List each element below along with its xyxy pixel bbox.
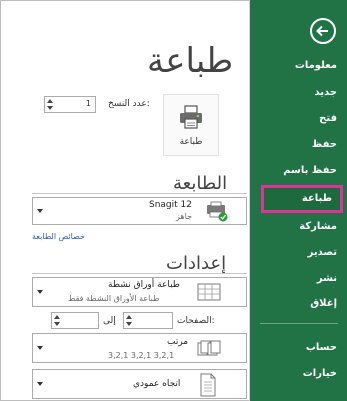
nav-item-options[interactable]: خيارات (303, 368, 337, 379)
nav-item-publish[interactable]: نشر (317, 273, 337, 284)
nav-separator (260, 323, 338, 324)
nav-item-close[interactable]: إغلاق (310, 298, 337, 309)
page-title: طباعة (147, 41, 234, 81)
settings-section-title: إعدادات (166, 253, 227, 274)
nav-item-save[interactable]: حفظ (312, 139, 337, 150)
portrait-page-icon (200, 373, 216, 397)
collation-main: مرتب (167, 337, 189, 347)
pages-to-spinner[interactable] (51, 312, 99, 329)
nav-item-save-as[interactable]: حفظ باسم (283, 165, 337, 176)
nav-item-info[interactable]: معلومات (295, 60, 337, 71)
back-button[interactable] (310, 18, 336, 44)
nav-item-export[interactable]: تصدير (308, 247, 337, 258)
pages-from-spinner[interactable] (123, 312, 173, 329)
printer-ready-icon (207, 201, 228, 222)
sheet-grid-icon (197, 283, 221, 301)
settings-section-divider (32, 273, 247, 274)
backstage-nav: معلومات جديد فتح حفظ حفظ باسم طباعة مشار… (250, 0, 347, 401)
back-arrow-icon (316, 25, 328, 37)
printer-name: Snagit 12 (149, 200, 192, 210)
collated-pages-icon (197, 340, 221, 356)
copies-label: عدد النسخ: (108, 99, 150, 109)
print-settings-panel: طباعة عدد النسخ: 1 طباعة الطابعة Snagit … (1, 1, 250, 400)
printer-properties-link[interactable]: خصائص الطابعة (32, 232, 85, 241)
chevron-down-icon (37, 209, 43, 213)
orientation-dropdown[interactable]: اتجاه عمودي (32, 369, 247, 399)
printer-dropdown[interactable]: Snagit 12 جاهز (32, 197, 247, 225)
printer-icon (180, 105, 202, 129)
chevron-down-icon (37, 290, 43, 294)
nav-item-print[interactable]: طباعة (261, 185, 343, 213)
print-what-main: طباعة أوراق نشطة (108, 280, 180, 290)
spinner-arrows-icon[interactable] (52, 313, 62, 328)
nav-item-new[interactable]: جديد (314, 87, 337, 98)
print-what-dropdown[interactable]: طباعة أوراق نشطة طباعة الأوراق النشطة فق… (32, 277, 247, 307)
nav-item-share[interactable]: مشاركة (299, 221, 337, 232)
nav-item-open[interactable]: فتح (319, 113, 337, 124)
orientation-main: اتجاه عمودي (133, 379, 181, 389)
nav-item-account[interactable]: حساب (306, 342, 337, 353)
collation-dropdown[interactable]: مرتب 3,2,1 3,2,1 3,2,1 (32, 333, 247, 363)
print-what-sub: طباعة الأوراق النشطة فقط (68, 294, 160, 303)
printer-status: جاهز (176, 212, 193, 221)
copies-value: 1 (85, 99, 91, 108)
spinner-arrows-icon[interactable] (45, 97, 55, 112)
copies-spinner[interactable]: 1 (44, 96, 96, 113)
printer-section-divider (32, 193, 247, 194)
print-button-label: طباعة (179, 137, 203, 147)
chevron-down-icon (37, 346, 43, 350)
pages-to-label: إلى (103, 316, 116, 326)
printer-section-title: الطابعة (173, 173, 228, 194)
pages-label: الصفحات: (177, 316, 215, 326)
spinner-arrows-icon[interactable] (124, 313, 134, 328)
chevron-down-icon (37, 382, 43, 386)
print-button[interactable]: طباعة (163, 94, 219, 156)
collation-sub: 3,2,1 3,2,1 3,2,1 (108, 351, 175, 360)
